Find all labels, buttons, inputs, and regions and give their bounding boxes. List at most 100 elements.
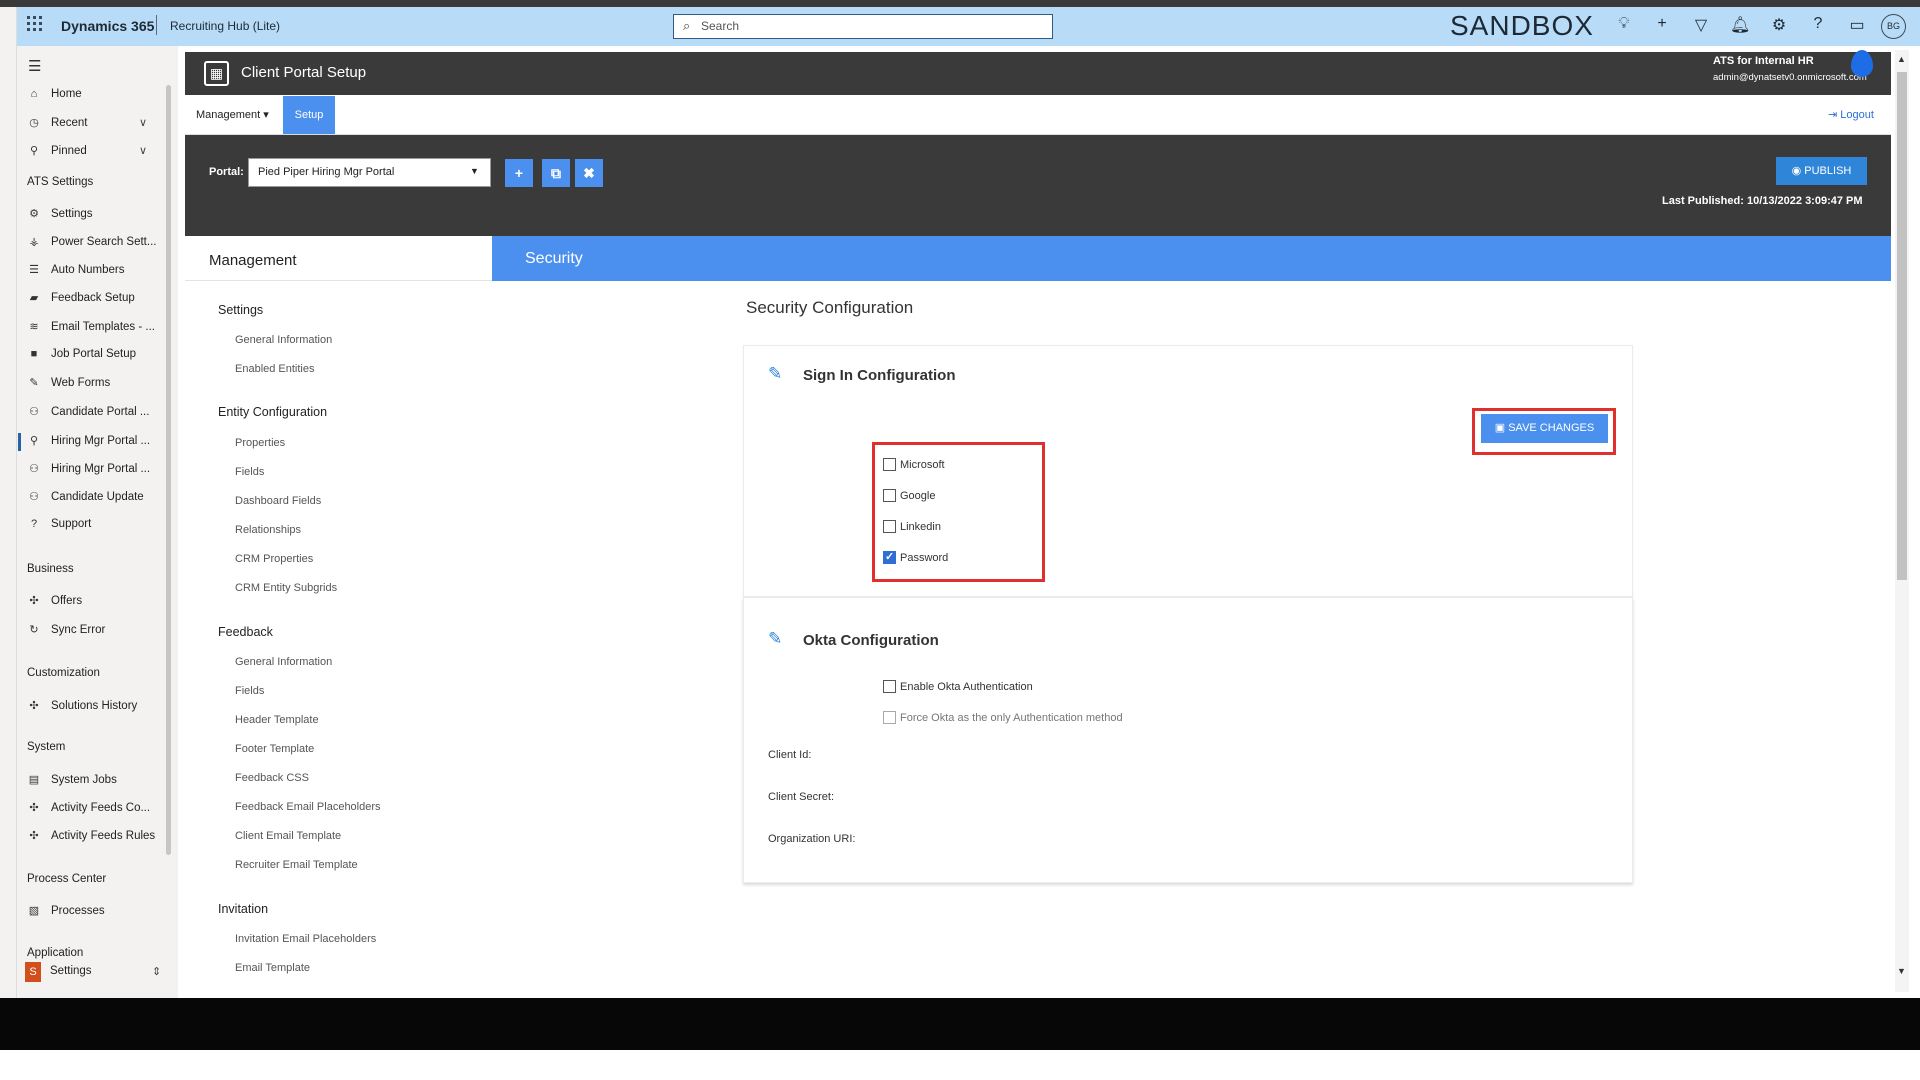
chevron-updown-icon[interactable]: ⇕ xyxy=(152,965,161,978)
nav-item-hiring-mgr-portal[interactable]: ⚇ Hiring Mgr Portal ... xyxy=(27,462,150,475)
force-okta-checkbox[interactable] xyxy=(883,711,896,724)
app-window: Dynamics 365 Recruiting Hub (Lite) ⌕ Sea… xyxy=(0,0,1920,1080)
app-launcher-icon[interactable] xyxy=(27,16,43,32)
side-item-enabled-entities[interactable]: Enabled Entities xyxy=(235,363,315,375)
nav-item-feedback-setup[interactable]: ▰ Feedback Setup xyxy=(27,291,135,304)
nav-item-hiring-mgr-portal-active[interactable]: ⚲ Hiring Mgr Portal ... xyxy=(27,434,150,447)
gear-icon[interactable]: ⚙ xyxy=(1769,15,1789,35)
side-item-feedback-general-information[interactable]: General Information xyxy=(235,656,332,668)
puzzle-icon: ✣ xyxy=(29,802,39,814)
plus-icon[interactable]: + xyxy=(1652,15,1672,33)
nav-section-customization: Customization xyxy=(27,667,100,679)
last-published: Last Published: 10/13/2022 3:09:47 PM xyxy=(1662,195,1863,207)
nav-item-settings[interactable]: ⚙ Settings xyxy=(27,207,93,220)
password-checkbox[interactable] xyxy=(883,550,896,564)
nav-section-system: System xyxy=(27,741,66,753)
chevron-down-icon[interactable]: ∨ xyxy=(139,144,147,157)
highlight-box xyxy=(872,442,1045,582)
status-drop-icon xyxy=(1851,50,1873,77)
nav-item-candidate-update[interactable]: ⚇ Candidate Update xyxy=(27,490,144,503)
google-checkbox[interactable] xyxy=(883,489,896,502)
side-item-client-email-template[interactable]: Client Email Template xyxy=(235,830,341,842)
side-item-feedback-email-placeholders[interactable]: Feedback Email Placeholders xyxy=(235,801,381,813)
nav-item-activity-feeds-config[interactable]: ✣ Activity Feeds Co... xyxy=(27,801,150,814)
side-item-properties[interactable]: Properties xyxy=(235,437,285,449)
area-name[interactable]: Recruiting Hub (Lite) xyxy=(170,19,280,33)
side-item-feedback-fields[interactable]: Fields xyxy=(235,685,264,697)
nav-item-auto-numbers[interactable]: ☰ Auto Numbers xyxy=(27,263,125,276)
app-switcher-label[interactable]: Settings xyxy=(50,965,92,977)
page-scrollbar-thumb[interactable] xyxy=(1897,72,1907,580)
chat-icon[interactable]: ▭ xyxy=(1847,15,1867,35)
puzzle-icon: ✣ xyxy=(29,595,39,607)
window-left-edge xyxy=(0,7,17,998)
app-name[interactable]: Dynamics 365 xyxy=(61,18,154,34)
side-item-header-template[interactable]: Header Template xyxy=(235,714,319,726)
nav-item-email-templates[interactable]: ≋ Email Templates - ... xyxy=(27,320,155,333)
save-changes-button[interactable]: ▣ SAVE CHANGES xyxy=(1481,414,1608,443)
logout-link[interactable]: ⇥ Logout xyxy=(1828,108,1874,121)
side-item-recruiter-email-template[interactable]: Recruiter Email Template xyxy=(235,859,358,871)
nav-item-power-search[interactable]: ⚶ Power Search Sett... xyxy=(27,235,156,248)
side-item-footer-template[interactable]: Footer Template xyxy=(235,743,314,755)
chevron-down-icon[interactable]: ∨ xyxy=(139,116,147,129)
scroll-down-icon[interactable]: ▼ xyxy=(1897,966,1906,976)
nav-item-home[interactable]: ⌂ Home xyxy=(27,88,82,100)
nav-item-candidate-portal[interactable]: ⚇ Candidate Portal ... xyxy=(27,405,149,418)
nav-item-web-forms[interactable]: ✎ Web Forms xyxy=(27,376,110,389)
nav-item-processes[interactable]: ▧ Processes xyxy=(27,904,105,917)
nav-item-system-jobs[interactable]: ▤ System Jobs xyxy=(27,773,117,786)
nav-item-support[interactable]: ? Support xyxy=(27,518,91,530)
nav-item-label: Sync Error xyxy=(51,624,106,636)
side-section-entity-configuration: Entity Configuration xyxy=(218,405,328,419)
delete-portal-button[interactable]: ✖ xyxy=(575,159,603,187)
avatar[interactable]: BG xyxy=(1881,14,1906,39)
filter-icon[interactable]: ▽ xyxy=(1691,15,1711,35)
copy-portal-button[interactable]: ⧉ xyxy=(542,159,570,187)
nav-item-activity-feeds-rules[interactable]: ✣ Activity Feeds Rules xyxy=(27,829,155,842)
nav-item-recent[interactable]: ◷ Recent xyxy=(27,116,87,129)
publish-button[interactable]: ◉ PUBLISH xyxy=(1776,157,1867,185)
side-item-dashboard-fields[interactable]: Dashboard Fields xyxy=(235,495,321,507)
linkedin-label: Linkedin xyxy=(900,521,941,533)
nav-item-sync-error[interactable]: ↻ Sync Error xyxy=(27,623,105,636)
side-item-general-information[interactable]: General Information xyxy=(235,334,332,346)
add-portal-button[interactable]: + xyxy=(505,159,533,187)
side-item-invitation-email-placeholders[interactable]: Invitation Email Placeholders xyxy=(235,933,376,945)
side-section-invitation: Invitation xyxy=(218,902,269,916)
lightbulb-icon[interactable]: 💡︎ xyxy=(1614,15,1634,33)
nav-scrollbar[interactable] xyxy=(166,85,171,855)
person-icon: ⚲ xyxy=(29,435,39,447)
enable-okta-checkbox[interactable] xyxy=(883,680,896,693)
section-band xyxy=(492,236,1891,281)
help-icon[interactable]: ? xyxy=(1808,15,1828,33)
side-item-crm-properties[interactable]: CRM Properties xyxy=(235,553,313,565)
microsoft-checkbox[interactable] xyxy=(883,458,896,471)
side-menu-title: Management xyxy=(209,252,297,269)
nav-item-solutions-history[interactable]: ✣ Solutions History xyxy=(27,699,137,712)
side-section-settings: Settings xyxy=(218,303,264,317)
nav-item-offers[interactable]: ✣ Offers xyxy=(27,594,82,607)
app-switcher-badge[interactable]: S xyxy=(25,962,41,982)
side-item-relationships[interactable]: Relationships xyxy=(235,524,301,536)
save-icon: ▣ xyxy=(1494,422,1509,434)
bell-icon[interactable]: 🔔︎ xyxy=(1730,15,1750,35)
management-menu[interactable]: Management ▾ xyxy=(196,108,269,121)
help-icon: ? xyxy=(30,518,38,530)
nav-item-label: Home xyxy=(51,88,82,100)
side-item-email-template[interactable]: Email Template xyxy=(235,962,310,974)
side-section-feedback: Feedback xyxy=(218,625,273,639)
side-item-crm-entity-subgrids[interactable]: CRM Entity Subgrids xyxy=(235,582,337,594)
side-item-fields[interactable]: Fields xyxy=(235,466,264,478)
nav-item-label: Candidate Portal ... xyxy=(51,406,150,418)
hamburger-icon[interactable]: ☰ xyxy=(28,57,41,75)
side-item-feedback-css[interactable]: Feedback CSS xyxy=(235,772,309,784)
linkedin-checkbox[interactable] xyxy=(883,520,896,533)
tab-setup[interactable]: Setup xyxy=(283,96,335,134)
scroll-up-icon[interactable]: ▲ xyxy=(1897,54,1906,64)
nav-item-label: Solutions History xyxy=(51,700,138,712)
nav-item-pinned[interactable]: ⚲ Pinned xyxy=(27,144,87,157)
nav-item-label: Auto Numbers xyxy=(51,264,125,276)
people-icon: ⚇ xyxy=(29,463,39,475)
nav-item-job-portal-setup[interactable]: ■ Job Portal Setup xyxy=(27,348,136,360)
